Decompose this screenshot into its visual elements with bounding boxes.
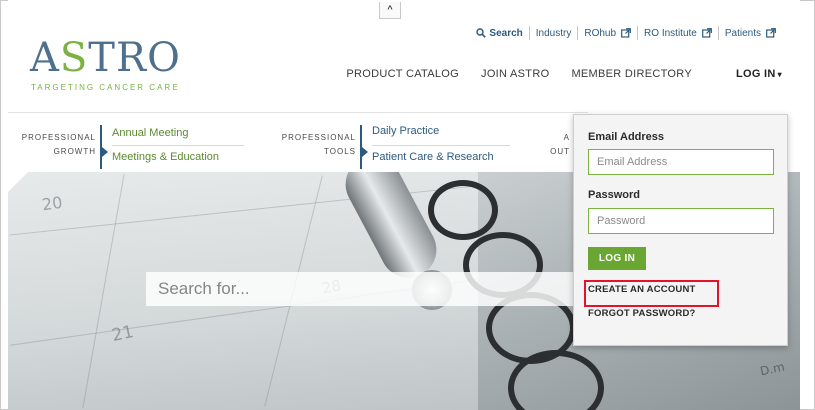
utility-link-rohub[interactable]: ROhub xyxy=(577,26,637,40)
section-label: PROFESSIONAL TOOLS xyxy=(270,131,356,159)
email-label: Email Address xyxy=(588,131,665,143)
password-label: Password xyxy=(588,189,640,201)
hero-search-input[interactable] xyxy=(146,272,586,306)
nav-member-directory[interactable]: MEMBER DIRECTORY xyxy=(571,68,692,80)
chevron-right-icon xyxy=(362,147,368,157)
link-daily-practice[interactable]: Daily Practice xyxy=(372,125,439,137)
external-link-icon xyxy=(621,28,631,38)
utility-link-label: RO Institute xyxy=(644,27,697,39)
link-meetings-education[interactable]: Meetings & Education xyxy=(112,151,219,163)
utility-link-label: Industry xyxy=(535,27,572,39)
login-dropdown-toggle[interactable]: LOG IN ▾ xyxy=(714,68,782,80)
utility-link-label: Patients xyxy=(724,27,761,39)
collapse-header-button[interactable]: ^ xyxy=(379,2,401,19)
main-nav: PRODUCT CATALOG JOIN ASTRO MEMBER DIRECT… xyxy=(324,68,782,80)
utility-link-industry[interactable]: Industry xyxy=(528,26,578,40)
hero-corner xyxy=(8,172,28,192)
caret-up-icon: ^ xyxy=(387,4,393,14)
utility-search-link[interactable]: Search xyxy=(470,26,528,40)
login-toggle-label: LOG IN xyxy=(735,68,776,80)
utility-link-patients[interactable]: Patients xyxy=(717,26,782,40)
hero-calendar-number: 20 xyxy=(40,192,64,215)
logo-wordmark-s: S xyxy=(59,35,89,81)
utility-search-label: Search xyxy=(489,27,523,39)
utility-link-label: ROhub xyxy=(584,27,617,39)
section-label-line: PROFESSIONAL xyxy=(21,133,96,142)
section-group-professional-tools: PROFESSIONAL TOOLS Daily Practice Patien… xyxy=(270,123,530,169)
utility-link-ro-institute[interactable]: RO Institute xyxy=(637,26,718,40)
site-header: ^ ASTRO TARGETING CANCER CARE Search Ind… xyxy=(8,0,800,112)
hero-corner-text: D.m xyxy=(758,359,786,379)
external-link-icon xyxy=(766,28,776,38)
login-dropdown-panel: Email Address Password LOG IN CREATE AN … xyxy=(573,114,788,346)
forgot-password-link[interactable]: FORGOT PASSWORD? xyxy=(588,308,696,319)
nav-product-catalog[interactable]: PRODUCT CATALOG xyxy=(346,68,459,80)
email-field[interactable] xyxy=(588,149,774,175)
chevron-right-icon xyxy=(102,147,108,157)
link-patient-care-research[interactable]: Patient Care & Research xyxy=(372,151,494,163)
section-rule xyxy=(372,145,510,146)
section-label-line: GROWTH xyxy=(53,147,96,156)
section-label-line: TOOLS xyxy=(324,147,356,156)
logo-wordmark-tro: TRO xyxy=(88,35,181,81)
section-nav: PROFESSIONAL GROWTH Annual Meeting Meeti… xyxy=(8,112,588,172)
hero-search-box xyxy=(146,272,586,306)
utility-nav: Search Industry ROhub RO Institute Patie… xyxy=(470,26,782,40)
hero-binder-ring xyxy=(428,180,498,240)
link-annual-meeting[interactable]: Annual Meeting xyxy=(112,127,188,139)
search-icon xyxy=(476,28,487,38)
section-label: A OUT xyxy=(538,131,570,159)
chevron-down-icon: ▾ xyxy=(777,70,782,79)
astro-logo[interactable]: ASTRO TARGETING CANCER CARE xyxy=(28,36,198,96)
nav-join-astro[interactable]: JOIN ASTRO xyxy=(481,68,549,80)
external-link-icon xyxy=(701,28,712,38)
logo-wordmark-a: A xyxy=(30,35,60,81)
section-group-professional-growth: PROFESSIONAL GROWTH Annual Meeting Meeti… xyxy=(8,123,268,169)
password-field[interactable] xyxy=(588,208,774,234)
login-submit-button[interactable]: LOG IN xyxy=(588,247,646,270)
section-rule xyxy=(112,145,244,146)
logo-tagline: TARGETING CANCER CARE xyxy=(31,83,180,92)
section-label-line: PROFESSIONAL xyxy=(281,133,356,142)
section-label-line: A xyxy=(563,133,570,142)
section-label-line: OUT xyxy=(550,147,570,156)
highlight-annotation-box xyxy=(584,280,719,307)
logo-wordmark: ASTRO xyxy=(30,36,181,80)
section-label: PROFESSIONAL GROWTH xyxy=(8,131,96,159)
